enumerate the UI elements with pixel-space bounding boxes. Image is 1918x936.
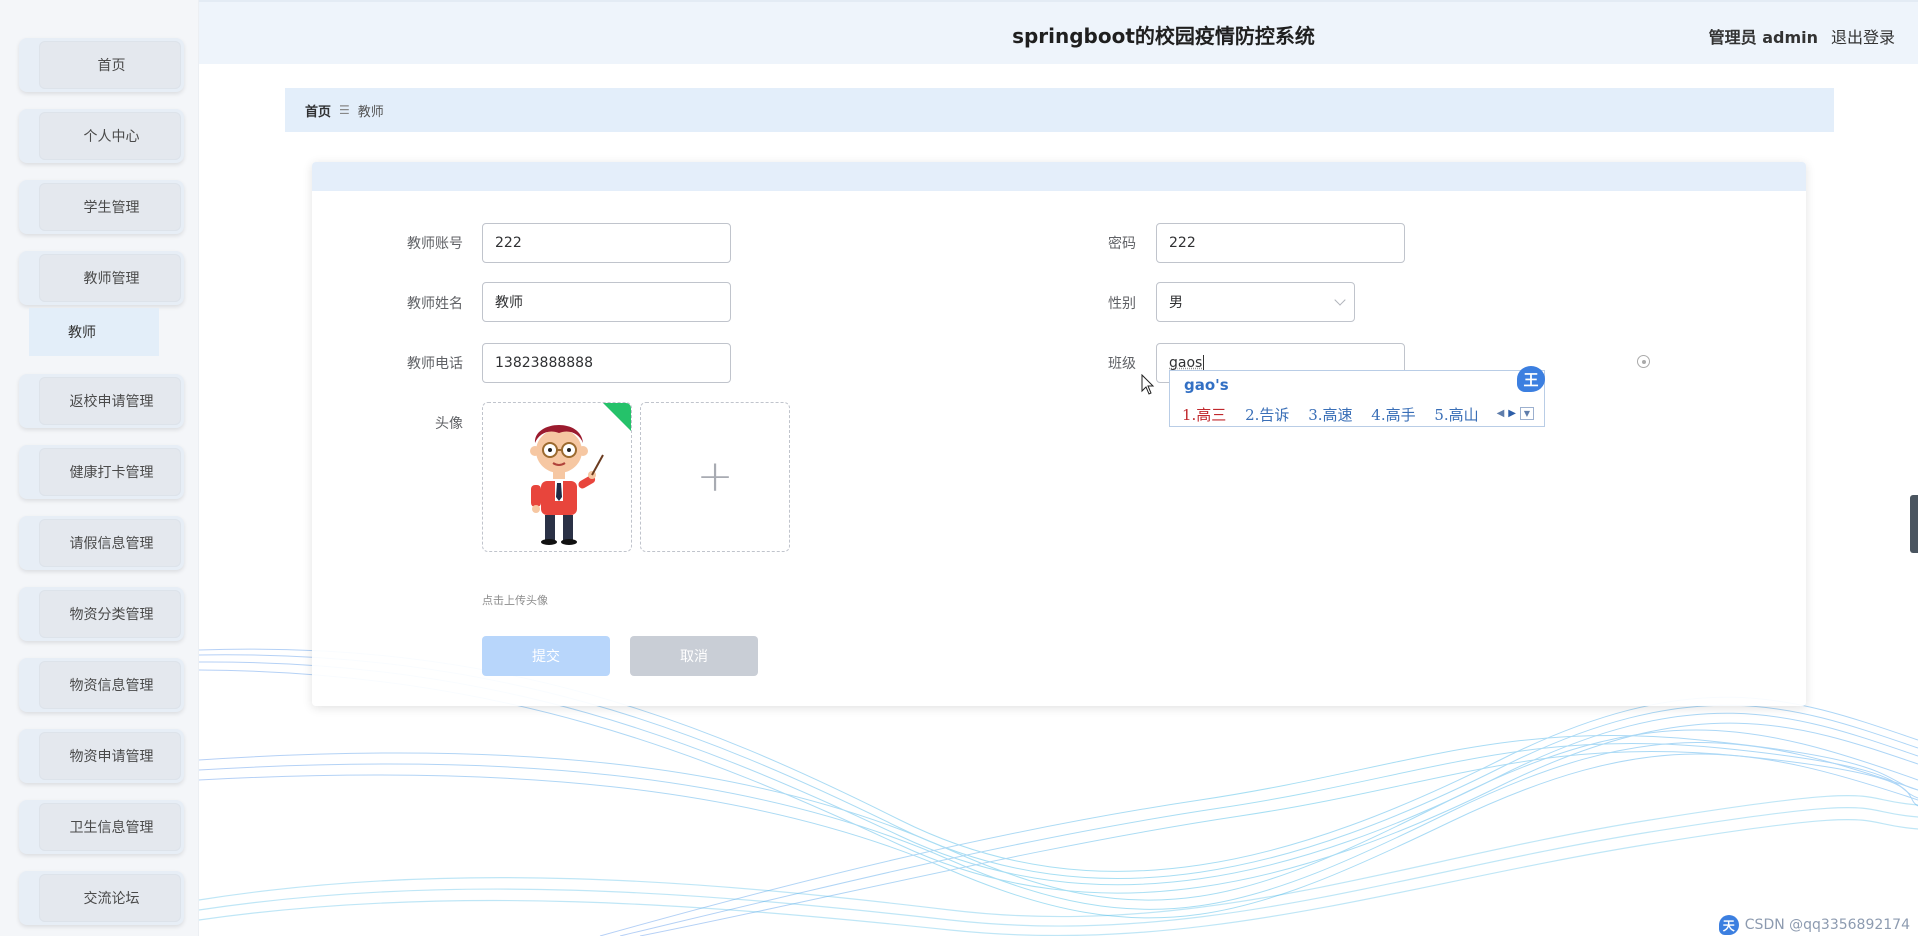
ime-candidate[interactable]: 3.高速	[1308, 406, 1352, 424]
breadcrumb-current: 教师	[357, 104, 384, 120]
ime-expand-icon[interactable]: ▼	[1520, 407, 1534, 420]
sidebar-item-label: 物资分类管理	[69, 607, 154, 623]
mouse-cursor-icon	[1141, 374, 1155, 395]
sidebar-item-leave-info[interactable]: 请假信息管理	[19, 516, 184, 570]
system-tray: 天 CSDN @qq3356892174	[1718, 914, 1918, 936]
sidebar-item-hygiene-info[interactable]: 卫生信息管理	[19, 800, 184, 854]
cancel-button[interactable]: 取消	[630, 636, 758, 676]
sidebar-item-student-management[interactable]: 学生管理	[19, 180, 184, 234]
teacher-form-card: 教师账号 222 密码 222 教师姓名 教师 性别 男 教师电话 138238…	[312, 162, 1806, 706]
breadcrumb-home[interactable]: 首页	[305, 101, 331, 120]
account-label: 教师账号	[407, 236, 463, 252]
text-caret	[1203, 355, 1205, 371]
avatar-upload-tip: 点击上传头像	[482, 594, 548, 607]
gender-select[interactable]: 男	[1156, 282, 1355, 322]
ime-candidate[interactable]: 4.高手	[1371, 406, 1415, 424]
ime-tray-icon[interactable]: 天	[1718, 915, 1739, 935]
sidebar-item-supply-category[interactable]: 物资分类管理	[19, 587, 184, 641]
watermark: CSDN @qq3356892174	[1744, 917, 1910, 933]
sidebar-item-label: 请假信息管理	[69, 536, 154, 552]
ime-prev-icon[interactable]: ◀	[1497, 408, 1505, 419]
ime-candidate[interactable]: 5.高山	[1434, 406, 1478, 424]
sidebar-item-label: 学生管理	[83, 200, 140, 216]
sidebar-item-teacher-management[interactable]: 教师管理	[19, 251, 184, 305]
card-header-bar	[312, 162, 1806, 191]
avatar-label: 头像	[435, 416, 463, 432]
ime-candidate-window: gao's 王 1.高三 2.告诉 3.高速 4.高手 5.高山 ◀ ▶ ▼	[1169, 366, 1545, 427]
teacher-phone-input[interactable]: 13823888888	[482, 343, 731, 383]
teacher-account-input[interactable]: 222	[482, 223, 731, 263]
breadcrumb-separator-icon: ☰	[339, 103, 350, 117]
sidebar-item-label: 交流论坛	[83, 891, 140, 907]
sidebar-item-forum[interactable]: 交流论坛	[19, 871, 184, 925]
sidebar-item-label: 物资申请管理	[69, 749, 154, 765]
class-label: 班级	[1108, 356, 1136, 372]
logout-link[interactable]: 退出登录	[1831, 24, 1895, 48]
sidebar-item-label: 返校申请管理	[69, 394, 154, 410]
sidebar-item-label: 健康打卡管理	[69, 465, 154, 481]
password-input[interactable]: 222	[1156, 223, 1405, 263]
app-title: springboot的校园疫情防控系统	[1012, 23, 1315, 48]
name-label: 教师姓名	[407, 296, 463, 312]
current-user: 管理员 admin	[1708, 28, 1818, 47]
ime-next-icon[interactable]: ▶	[1508, 408, 1516, 419]
ime-candidate[interactable]: 2.告诉	[1245, 406, 1289, 424]
sidebar-item-label: 物资信息管理	[69, 678, 154, 694]
top-header: springboot的校园疫情防控系统 管理员 admin 退出登录	[199, 0, 1918, 64]
breadcrumb: 首页 ☰ 教师	[285, 88, 1834, 132]
sidebar-item-label: 个人中心	[83, 129, 140, 145]
chevron-down-icon	[1334, 294, 1346, 306]
clear-circle-icon[interactable]	[1637, 355, 1650, 368]
ime-page-nav: ◀ ▶ ▼	[1497, 407, 1534, 420]
sidebar-item-label: 卫生信息管理	[69, 820, 154, 836]
sidebar-item-home[interactable]: 首页	[19, 38, 184, 92]
gender-select-value: 男	[1169, 295, 1183, 311]
ime-candidate[interactable]: 1.高三	[1182, 406, 1226, 424]
sidebar-item-supply-application[interactable]: 物资申请管理	[19, 729, 184, 783]
teacher-name-input[interactable]: 教师	[482, 282, 731, 322]
plus-icon: +	[696, 451, 734, 502]
sidebar-subitem-teacher[interactable]: 教师	[29, 308, 159, 356]
avatar-preview[interactable]	[482, 402, 632, 552]
side-handle[interactable]	[1910, 495, 1918, 553]
gender-label: 性别	[1108, 296, 1136, 312]
sidebar-item-label: 教师管理	[83, 271, 140, 287]
ime-candidates: 1.高三 2.告诉 3.高速 4.高手 5.高山	[1182, 404, 1493, 425]
phone-label: 教师电话	[407, 356, 463, 372]
avatar-upload-button[interactable]: +	[640, 402, 790, 552]
teacher-cartoon-avatar	[530, 403, 631, 545]
ime-logo-icon: 王	[1517, 366, 1545, 392]
sidebar: 首页 个人中心 学生管理 教师管理 教师 返校申请管理 健康打卡管理 请假信息管…	[0, 0, 199, 936]
class-input-value: gaos	[1169, 355, 1203, 371]
sidebar-item-health-checkin[interactable]: 健康打卡管理	[19, 445, 184, 499]
sidebar-item-label: 首页	[97, 58, 126, 74]
password-label: 密码	[1108, 236, 1136, 252]
sidebar-item-return-application[interactable]: 返校申请管理	[19, 374, 184, 428]
submit-button[interactable]: 提交	[482, 636, 610, 676]
ime-composition: gao's	[1184, 376, 1229, 394]
sidebar-item-personal-center[interactable]: 个人中心	[19, 109, 184, 163]
sidebar-item-supply-info[interactable]: 物资信息管理	[19, 658, 184, 712]
